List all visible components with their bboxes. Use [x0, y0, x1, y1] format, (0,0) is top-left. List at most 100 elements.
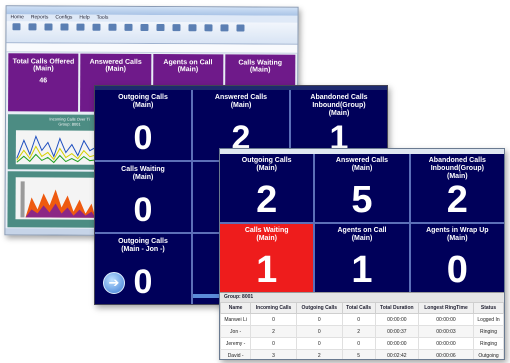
ribbon-button-6[interactable] [90, 23, 101, 38]
tile-value: 46 [39, 77, 48, 85]
ribbon-toolbar [6, 21, 298, 45]
cell-outgoing: 2 [295, 349, 343, 359]
cell-status: Ringing [473, 325, 504, 338]
ribbon-button-5[interactable] [74, 23, 85, 38]
cell-ringtime: 00:00:03 [417, 325, 475, 338]
toolbar-icon [75, 23, 85, 31]
column-header[interactable]: Outgoing Calls [295, 302, 343, 314]
cell-value: 2 [256, 179, 278, 221]
toolbar-icon [171, 24, 181, 32]
chart-title: Incoming Calls Over Ti Group: 8001 [49, 116, 90, 127]
column-header[interactable]: Incoming Calls [250, 302, 297, 314]
cell-abandoned-calls: Abandoned Calls Inbound(Group) (Main) 2 [410, 154, 504, 222]
menu-home[interactable]: Home [11, 14, 24, 21]
ribbon-button-1[interactable] [10, 23, 21, 37]
cell-calls-waiting-alert: Calls Waiting (Main) 1 [220, 224, 314, 292]
menu-help[interactable]: Help [79, 15, 89, 22]
ribbon-button-11[interactable] [170, 24, 181, 38]
cell-value: 2 [446, 179, 468, 221]
table-row[interactable]: Manwei Li 0 0 0 00:00:00 00:00:00 Logged… [220, 313, 504, 326]
cell-total: 0 [341, 313, 376, 326]
table-row[interactable]: Jeremy - 0 0 0 00:00:00 00:00:00 Ringing [220, 337, 504, 350]
column-header[interactable]: Total Calls [341, 302, 376, 314]
ribbon-button-8[interactable] [122, 23, 133, 38]
cell-outgoing-calls: Outgoing Calls (Main) 0 [95, 90, 191, 160]
cell-value: 5 [351, 179, 373, 221]
cell-value: 0 [133, 119, 153, 157]
cell-label: Outgoing Calls (Main) [241, 157, 292, 172]
toolbar-icon [235, 24, 245, 32]
cell-label: Agents on Call (Main) [337, 227, 387, 242]
cell-label: Outgoing Calls (Main) [118, 94, 168, 109]
cell-agents-wrap-up: Agents in Wrap Up (Main) 0 [410, 224, 504, 292]
toolbar-icon [187, 24, 197, 32]
toolbar-icon [139, 23, 149, 31]
chart-bar [20, 181, 25, 218]
area-chart-panel [7, 171, 101, 228]
menu-tools[interactable]: Tools [97, 15, 109, 22]
incoming-calls-chart-panel: Incoming Calls Over Ti Group: 8001 [7, 114, 102, 170]
column-header[interactable]: Status [473, 302, 504, 314]
toolbar-icon [123, 23, 133, 31]
cell-outgoing-calls-jon: Outgoing Calls (Main - Jon -) 0 ➔ [95, 234, 191, 304]
cell-name: Jeremy - [220, 337, 252, 350]
cell-name: Jon - [220, 325, 252, 338]
ribbon-button-4[interactable] [58, 23, 69, 38]
cell-outgoing: 0 [295, 313, 343, 326]
address-bar [6, 43, 298, 54]
group-header: Group: 8001 [220, 292, 504, 302]
table-row[interactable]: Jon - 2 0 2 00:00:37 00:00:03 Ringing [220, 325, 504, 338]
group-label: Group: 8001 [224, 294, 254, 300]
cell-value: 0 [133, 191, 153, 229]
toolbar-icon [27, 23, 37, 31]
cell-value: 1 [351, 249, 373, 291]
cell-label: Outgoing Calls (Main - Jon -) [118, 238, 168, 253]
menu-configs[interactable]: Configs [55, 14, 72, 21]
ribbon-button-9[interactable] [138, 23, 149, 38]
toolbar-icon [107, 23, 117, 31]
tile-total-calls-offered: Total Calls Offered (Main) 46 [8, 53, 79, 112]
cell-name: Manwei Li [220, 313, 252, 326]
table-row[interactable]: David - 3 2 5 00:02:42 00:00:06 Outgoing [220, 349, 504, 359]
tile-label: Agents on Call (Main) [163, 59, 213, 74]
toolbar-icon [11, 23, 21, 31]
cell-outgoing: 0 [295, 325, 343, 338]
cell-value: 0 [446, 249, 468, 291]
toolbar-icon [43, 23, 53, 31]
toolbar-icon [219, 24, 229, 32]
cell-duration: 00:00:37 [374, 325, 419, 338]
ribbon-button-10[interactable] [154, 24, 165, 38]
ribbon-button-12[interactable] [186, 24, 197, 38]
ribbon-button-15[interactable] [234, 24, 245, 38]
cell-outgoing-calls: Outgoing Calls (Main) 2 [220, 154, 314, 222]
menu-reports[interactable]: Reports [31, 14, 49, 21]
cell-incoming: 0 [250, 337, 297, 350]
cell-incoming: 2 [250, 325, 297, 338]
cell-agents-on-call: Agents on Call (Main) 1 [315, 224, 409, 292]
ribbon-button-14[interactable] [218, 24, 229, 38]
cell-total: 5 [341, 349, 376, 359]
cell-duration: 00:02:42 [374, 349, 419, 359]
tile-label: Answered Calls (Main) [89, 58, 142, 73]
next-arrow-button[interactable]: ➔ [103, 272, 125, 294]
ribbon-button-2[interactable] [26, 23, 37, 37]
cell-ringtime: 00:00:00 [417, 313, 475, 326]
table-header-row: Name Incoming Calls Outgoing Calls Total… [220, 302, 504, 314]
toolbar-icon [203, 24, 213, 32]
column-header[interactable]: Name [220, 302, 252, 314]
cell-label: Calls Waiting (Main) [244, 227, 289, 242]
front-stats-grid: Outgoing Calls (Main) 2 Answered Calls (… [220, 154, 504, 292]
cell-label: Abandoned Calls Inbound(Group) (Main) [428, 157, 486, 180]
ribbon-button-7[interactable] [106, 23, 117, 38]
agent-table: Name Incoming Calls Outgoing Calls Total… [220, 302, 504, 359]
front-wallboard-window: Outgoing Calls (Main) 2 Answered Calls (… [219, 148, 505, 360]
arrow-right-icon: ➔ [108, 275, 120, 290]
column-header[interactable]: Total Duration [374, 302, 419, 314]
cell-label: Calls Waiting (Main) [121, 166, 165, 181]
cell-incoming: 3 [250, 349, 297, 359]
ribbon-button-3[interactable] [42, 23, 53, 37]
column-header[interactable]: Longest RingTime [417, 302, 475, 314]
cell-ringtime: 00:00:06 [417, 349, 475, 359]
cell-total: 0 [341, 337, 376, 350]
ribbon-button-13[interactable] [202, 24, 213, 38]
